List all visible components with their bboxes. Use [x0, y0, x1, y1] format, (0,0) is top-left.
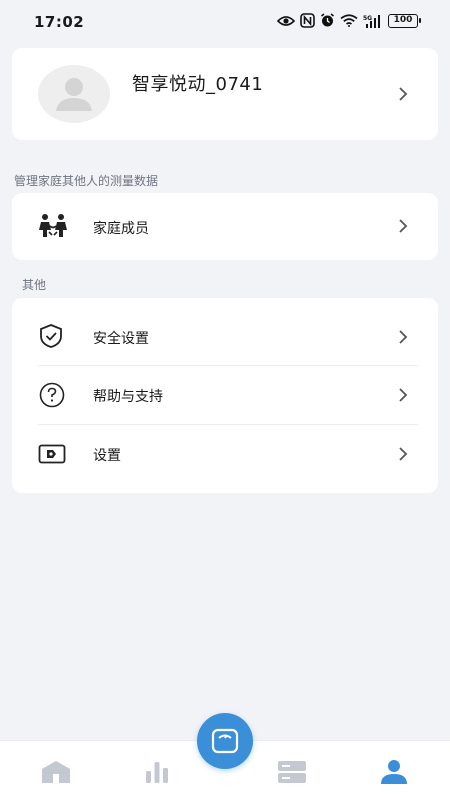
family-icon	[38, 213, 67, 239]
profile-screen: 17:02 5G 100 智享悦动_0741 管理家庭其他人的测量数据 家庭成员…	[0, 0, 450, 800]
chevron-right-icon	[398, 87, 408, 101]
chevron-right-icon	[398, 388, 408, 402]
battery-icon: 100	[388, 13, 421, 28]
other-card: 安全设置 帮助与支持 设置	[12, 298, 438, 493]
profile-card[interactable]: 智享悦动_0741	[12, 48, 438, 140]
chevron-right-icon	[398, 219, 408, 233]
status-bar: 17:02 5G 100	[0, 0, 450, 44]
devices-icon[interactable]	[276, 759, 308, 787]
status-time: 17:02	[34, 13, 85, 31]
family-card: 家庭成员	[12, 193, 438, 260]
menu-item-security[interactable]: 安全设置	[12, 307, 438, 365]
profile-icon[interactable]	[378, 759, 410, 787]
signal-icon: 5G	[363, 14, 383, 28]
alarm-icon	[320, 13, 335, 28]
other-section-label: 其他	[22, 278, 47, 292]
help-circle-icon	[38, 382, 66, 408]
menu-item-settings-label: 设置	[93, 448, 121, 464]
menu-item-help-label: 帮助与支持	[93, 389, 163, 405]
menu-item-security-label: 安全设置	[93, 331, 149, 347]
menu-item-help[interactable]: 帮助与支持	[12, 366, 438, 424]
chevron-right-icon	[398, 330, 408, 344]
status-icons: 5G 100	[277, 13, 421, 28]
shield-check-icon	[38, 323, 66, 349]
bar-chart-icon[interactable]	[141, 759, 173, 787]
menu-item-family[interactable]: 家庭成员	[12, 197, 438, 255]
home-icon[interactable]	[40, 759, 72, 787]
svg-text:5G: 5G	[363, 15, 372, 22]
eye-icon	[277, 15, 295, 27]
chevron-right-icon	[398, 447, 408, 461]
wifi-icon	[340, 14, 358, 27]
family-section-label: 管理家庭其他人的测量数据	[14, 174, 159, 188]
avatar-placeholder-icon	[38, 65, 110, 123]
scale-icon[interactable]	[197, 713, 253, 769]
settings-icon	[38, 442, 66, 468]
profile-name: 智享悦动_0741	[132, 74, 264, 95]
menu-item-settings[interactable]: 设置	[12, 425, 438, 483]
menu-item-family-label: 家庭成员	[93, 221, 149, 237]
nfc-icon	[300, 13, 315, 28]
